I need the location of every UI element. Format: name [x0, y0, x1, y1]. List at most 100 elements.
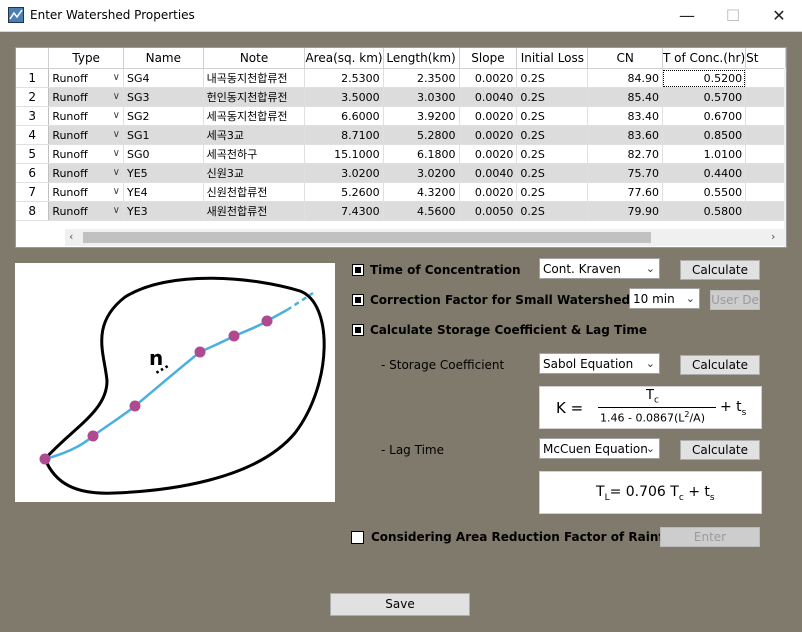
table-row[interactable]: 5 Runoff ∨ SG0 세곡천하구 15.1000 6.1800 0.0020 0.2S 8…	[16, 144, 786, 164]
length-cell[interactable]: 5.2800	[383, 125, 460, 145]
name-cell[interactable]: SG3	[123, 87, 204, 107]
col-header-note[interactable]: Note	[203, 48, 306, 69]
storage-calculate-button[interactable]: Calculate	[680, 355, 760, 375]
user-defined-button[interactable]: User De	[710, 290, 760, 310]
storage-checkbox[interactable]	[352, 324, 364, 336]
lag-calculate-button[interactable]: Calculate	[680, 440, 760, 460]
length-cell[interactable]: 6.1800	[383, 144, 460, 164]
scroll-right-icon[interactable]: ›	[771, 230, 775, 243]
note-cell[interactable]: 내곡동지천합류전	[203, 68, 306, 88]
col-header-cn[interactable]: CN	[587, 48, 663, 69]
area-reduction-checkbox[interactable]	[351, 531, 364, 544]
t-of-conc-cell[interactable]: 0.5500	[662, 182, 747, 202]
initial-loss-cell[interactable]: 0.2S	[516, 201, 589, 221]
note-cell[interactable]: 헌인동지천합류전	[203, 87, 306, 107]
minimize-button[interactable]: —	[664, 0, 710, 31]
slope-cell[interactable]: 0.0040	[459, 163, 518, 183]
correction-checkbox[interactable]	[352, 294, 364, 306]
vertical-scroll-thumb[interactable]	[786, 86, 787, 141]
col-header-area[interactable]: Area(sq. km)	[304, 48, 384, 69]
row-number[interactable]: 7	[16, 182, 50, 202]
initial-loss-cell[interactable]: 0.2S	[516, 106, 589, 126]
chevron-down-icon[interactable]: ∨	[113, 205, 120, 216]
type-cell[interactable]: Runoff ∨	[48, 87, 124, 107]
slope-cell[interactable]: 0.0020	[459, 125, 518, 145]
type-cell[interactable]: Runoff ∨	[48, 144, 124, 164]
lag-method-select[interactable]: McCuen Equation ⌄	[539, 438, 660, 459]
st-cell[interactable]	[745, 201, 786, 221]
cn-cell[interactable]: 82.70	[587, 144, 663, 164]
cn-cell[interactable]: 75.70	[587, 163, 663, 183]
name-cell[interactable]: SG4	[123, 68, 204, 88]
name-cell[interactable]: SG1	[123, 125, 204, 145]
note-cell[interactable]: 신원천합류전	[203, 182, 306, 202]
initial-loss-cell[interactable]: 0.2S	[516, 68, 589, 88]
col-header-t-of-conc[interactable]: T of Conc.(hr)	[662, 48, 747, 69]
length-cell[interactable]: 2.3500	[383, 68, 460, 88]
type-cell[interactable]: Runoff ∨	[48, 125, 124, 145]
st-cell[interactable]	[745, 163, 786, 183]
toc-calculate-button[interactable]: Calculate	[680, 260, 760, 280]
name-cell[interactable]: SG0	[123, 144, 204, 164]
name-cell[interactable]: SG2	[123, 106, 204, 126]
st-cell[interactable]	[745, 125, 786, 145]
slope-cell[interactable]: 0.0020	[459, 68, 518, 88]
chevron-down-icon[interactable]: ∨	[113, 110, 120, 121]
name-cell[interactable]: YE3	[123, 201, 204, 221]
st-cell[interactable]	[745, 87, 786, 107]
table-row[interactable]: 7 Runoff ∨ YE4 신원천합류전 5.2600 4.3200 0.0020 0.2S 7…	[16, 182, 786, 202]
close-button[interactable]: ✕	[756, 0, 802, 31]
col-header-slope[interactable]: Slope	[459, 48, 518, 69]
length-cell[interactable]: 4.3200	[383, 182, 460, 202]
cn-cell[interactable]: 84.90	[587, 68, 663, 88]
scroll-left-icon[interactable]: ‹	[69, 230, 73, 243]
cn-cell[interactable]: 83.60	[587, 125, 663, 145]
horizontal-scrollbar[interactable]: ‹ ›	[65, 229, 785, 246]
st-cell[interactable]	[745, 106, 786, 126]
row-number[interactable]: 3	[16, 106, 50, 126]
note-cell[interactable]: 새원천합류전	[203, 201, 306, 221]
note-cell[interactable]: 세곡3교	[203, 125, 306, 145]
toc-method-select[interactable]: Cont. Kraven ⌄	[539, 258, 660, 279]
watershed-grid[interactable]: Type Name Note Area(sq. km) Length(km) S…	[15, 47, 787, 248]
row-number[interactable]: 5	[16, 144, 50, 164]
chevron-down-icon[interactable]: ∨	[113, 167, 120, 178]
row-number[interactable]: 1	[16, 68, 50, 88]
note-cell[interactable]: 신원3교	[203, 163, 306, 183]
initial-loss-cell[interactable]: 0.2S	[516, 163, 589, 183]
slope-cell[interactable]: 0.0040	[459, 87, 518, 107]
table-row[interactable]: 1 Runoff ∨ SG4 내곡동지천합류전 2.5300 2.3500 0.0020 0.2…	[16, 68, 786, 88]
table-row[interactable]: 3 Runoff ∨ SG2 세곡동지천합류전 6.6000 3.9200 0.0020 0.2…	[16, 106, 786, 126]
cn-cell[interactable]: 85.40	[587, 87, 663, 107]
length-cell[interactable]: 3.0200	[383, 163, 460, 183]
type-cell[interactable]: Runoff ∨	[48, 106, 124, 126]
table-row[interactable]: 2 Runoff ∨ SG3 헌인동지천합류전 3.5000 3.0300 0.0040 0.2…	[16, 87, 786, 107]
area-cell[interactable]: 3.5000	[304, 87, 384, 107]
st-cell[interactable]	[745, 68, 786, 88]
t-of-conc-cell[interactable]: 0.5800	[662, 201, 747, 221]
t-of-conc-cell[interactable]: 0.4400	[662, 163, 747, 183]
area-cell[interactable]: 2.5300	[304, 68, 384, 88]
row-number[interactable]: 4	[16, 125, 50, 145]
length-cell[interactable]: 4.5600	[383, 201, 460, 221]
initial-loss-cell[interactable]: 0.2S	[516, 144, 589, 164]
cn-cell[interactable]: 77.60	[587, 182, 663, 202]
type-cell[interactable]: Runoff ∨	[48, 201, 124, 221]
vertical-scrollbar[interactable]: ▲ ▼	[784, 68, 787, 247]
slope-cell[interactable]: 0.0050	[459, 201, 518, 221]
area-cell[interactable]: 5.2600	[304, 182, 384, 202]
slope-cell[interactable]: 0.0020	[459, 106, 518, 126]
row-number[interactable]: 6	[16, 163, 50, 183]
cn-cell[interactable]: 79.90	[587, 201, 663, 221]
type-cell[interactable]: Runoff ∨	[48, 182, 124, 202]
col-header-initial-loss[interactable]: Initial Loss	[516, 48, 589, 69]
t-of-conc-cell[interactable]: 0.5200	[662, 68, 747, 88]
length-cell[interactable]: 3.9200	[383, 106, 460, 126]
st-cell[interactable]	[745, 144, 786, 164]
area-cell[interactable]: 3.0200	[304, 163, 384, 183]
row-number[interactable]: 8	[16, 201, 50, 221]
name-cell[interactable]: YE4	[123, 182, 204, 202]
initial-loss-cell[interactable]: 0.2S	[516, 87, 589, 107]
col-header-st[interactable]: St	[745, 48, 786, 69]
horizontal-scroll-thumb[interactable]	[83, 232, 651, 243]
